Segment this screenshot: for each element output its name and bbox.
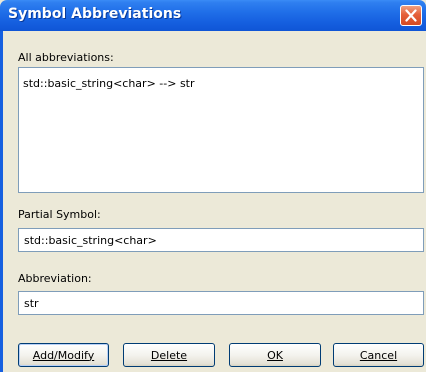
symbol-abbreviations-dialog: Symbol Abbreviations All abbreviations: … — [0, 0, 426, 372]
all-abbreviations-label: All abbreviations: — [18, 51, 114, 64]
delete-button[interactable]: Delete — [123, 343, 215, 367]
list-item[interactable]: std::basic_string<char> --> str — [23, 77, 195, 90]
partial-symbol-label: Partial Symbol: — [18, 208, 101, 221]
abbreviation-field[interactable] — [18, 291, 424, 315]
abbreviations-listbox[interactable]: std::basic_string<char> --> str — [18, 67, 424, 193]
abbreviation-input[interactable] — [19, 292, 423, 314]
add-modify-button[interactable]: Add/Modify — [18, 343, 109, 367]
abbreviation-label: Abbreviation: — [18, 272, 92, 285]
dialog-title: Symbol Abbreviations — [8, 6, 182, 22]
ok-button[interactable]: OK — [229, 343, 321, 367]
close-icon — [405, 9, 417, 22]
partial-symbol-input[interactable] — [19, 229, 423, 251]
cancel-button[interactable]: Cancel — [333, 343, 424, 367]
partial-symbol-field[interactable] — [18, 228, 424, 252]
close-button[interactable] — [400, 5, 422, 26]
title-bar[interactable]: Symbol Abbreviations — [0, 0, 426, 31]
